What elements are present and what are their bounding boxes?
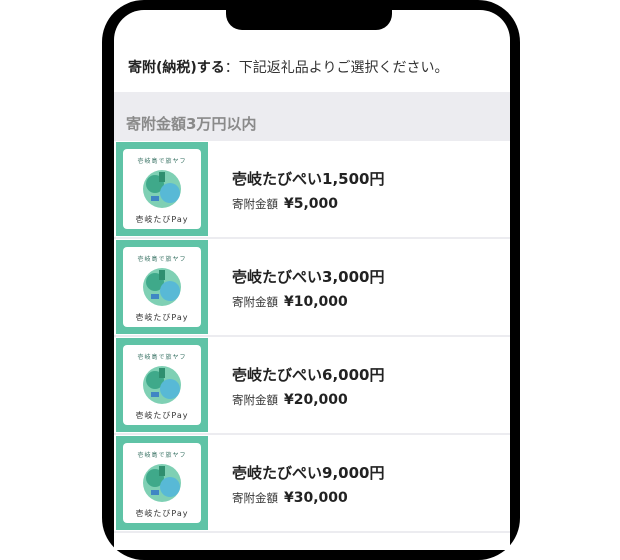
list-item[interactable]: 壱岐島で旅ヤフ 壱岐たびPay 壱岐たびぺい9,000円 寄附金額 ¥30,000 [114,435,510,533]
product-thumbnail: 壱岐島で旅ヤフ 壱岐たびPay [116,240,208,334]
thumb-caption: 壱岐島で旅ヤフ [137,354,187,361]
phone-screen: 寄附(納税)する：下記返礼品よりご選択ください。 寄附金額3万円以内 壱岐島で旅… [114,10,510,550]
price-label: 寄附金額 [232,393,278,407]
item-name: 壱岐たびぺい1,500円 [232,170,385,188]
island-illustration-icon [143,268,181,306]
product-thumbnail: 壱岐島で旅ヤフ 壱岐たびPay [116,338,208,432]
thumb-brand: 壱岐たびPay [135,411,189,420]
thumb-caption: 壱岐島で旅ヤフ [137,158,187,165]
thumb-brand: 壱岐たびPay [135,215,189,224]
instruction-bold: 寄附(納税)する [128,60,225,76]
instruction-rest: ：下記返礼品よりご選択ください。 [224,60,449,76]
instruction-text: 寄附(納税)する：下記返礼品よりご選択ください。 [114,44,510,92]
section-title: 寄附金額3万円以内 [126,115,257,133]
price-value: ¥10,000 [284,294,348,310]
thumb-brand: 壱岐たびPay [135,313,189,322]
item-name: 壱岐たびぺい6,000円 [232,366,385,384]
product-thumbnail: 壱岐島で旅ヤフ 壱岐たびPay [116,436,208,530]
item-name: 壱岐たびぺい3,000円 [232,268,385,286]
thumb-brand: 壱岐たびPay [135,509,189,518]
list-item[interactable]: 壱岐島で旅ヤフ 壱岐たびPay 壱岐たびぺい1,500円 寄附金額 ¥5,000 [114,141,510,239]
price-label: 寄附金額 [232,197,278,211]
list-item[interactable]: 壱岐島で旅ヤフ 壱岐たびPay 壱岐たびぺい3,000円 寄附金額 ¥10,000 [114,239,510,337]
item-name: 壱岐たびぺい9,000円 [232,464,385,482]
price-value: ¥20,000 [284,392,348,408]
item-price-row: 寄附金額 ¥30,000 [232,487,348,506]
item-price-row: 寄附金額 ¥20,000 [232,389,348,408]
island-illustration-icon [143,170,181,208]
phone-notch [226,0,392,30]
thumb-caption: 壱岐島で旅ヤフ [137,256,187,263]
list-item[interactable]: 壱岐島で旅ヤフ 壱岐たびPay 壱岐たびぺい6,000円 寄附金額 ¥20,000 [114,337,510,435]
product-thumbnail: 壱岐島で旅ヤフ 壱岐たびPay [116,142,208,236]
price-value: ¥30,000 [284,490,348,506]
island-illustration-icon [143,366,181,404]
item-price-row: 寄附金額 ¥5,000 [232,193,338,212]
price-value: ¥5,000 [284,196,339,212]
price-label: 寄附金額 [232,491,278,505]
price-label: 寄附金額 [232,295,278,309]
island-illustration-icon [143,464,181,502]
item-price-row: 寄附金額 ¥10,000 [232,291,348,310]
thumb-caption: 壱岐島で旅ヤフ [137,452,187,459]
